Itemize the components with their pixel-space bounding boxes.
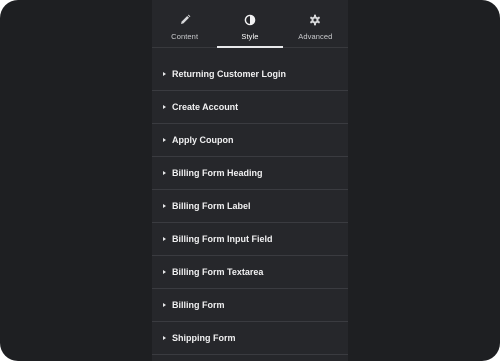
section-title: Billing Form [172,300,225,310]
caret-right-icon [163,237,166,241]
panel-tabs: Content Style Advanced [152,0,348,48]
section-billing-form-input-field[interactable]: Billing Form Input Field [152,223,348,256]
section-returning-customer-login[interactable]: Returning Customer Login [152,58,348,91]
tab-content[interactable]: Content [152,0,217,47]
section-title: Apply Coupon [172,135,234,145]
caret-right-icon [163,303,166,307]
section-billing-form-textarea[interactable]: Billing Form Textarea [152,256,348,289]
section-billing-form[interactable]: Billing Form [152,289,348,322]
caret-right-icon [163,72,166,76]
section-billing-form-label[interactable]: Billing Form Label [152,190,348,223]
gear-icon [310,14,321,26]
section-billing-form-heading[interactable]: Billing Form Heading [152,157,348,190]
section-title: Shipping Form [172,333,236,343]
tab-advanced-label: Advanced [298,32,333,41]
editor-panel: Content Style Advanced Returning Custome… [152,0,348,361]
tab-style[interactable]: Style [217,0,283,48]
section-title: Create Account [172,102,239,112]
pencil-icon [180,14,191,24]
section-title: Returning Customer Login [172,69,286,79]
caret-right-icon [163,105,166,109]
tab-style-label: Style [241,32,259,41]
contrast-circle-icon [244,14,256,26]
section-apply-coupon[interactable]: Apply Coupon [152,124,348,157]
caret-right-icon [163,171,166,175]
tab-advanced[interactable]: Advanced [283,0,348,47]
section-shipping-form[interactable]: Shipping Form [152,322,348,355]
section-title: Billing Form Input Field [172,234,273,244]
app-frame: Content Style Advanced Returning Custome… [0,0,500,361]
section-title: Billing Form Heading [172,168,263,178]
section-title: Billing Form Label [172,201,251,211]
caret-right-icon [163,204,166,208]
caret-right-icon [163,336,166,340]
caret-right-icon [163,138,166,142]
section-create-account[interactable]: Create Account [152,91,348,124]
section-title: Billing Form Textarea [172,267,264,277]
section-list: Returning Customer Login Create Account … [152,58,348,355]
tab-content-label: Content [171,32,199,41]
caret-right-icon [163,270,166,274]
